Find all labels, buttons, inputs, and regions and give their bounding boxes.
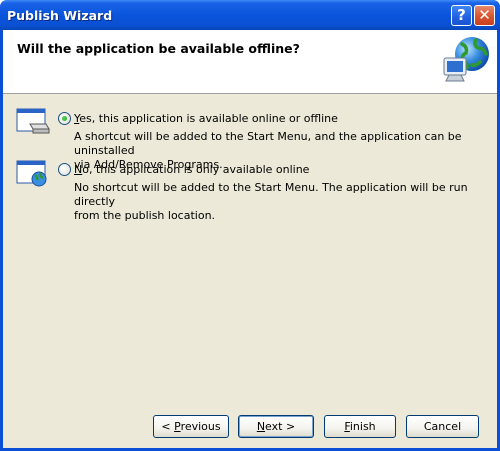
online-offline-description-line-1: A shortcut will be added to the Start Me…: [74, 130, 462, 157]
online-offline-radio[interactable]: [58, 112, 71, 125]
close-icon: ✕: [478, 6, 491, 24]
online-offline-label[interactable]: Yes, this application is available onlin…: [74, 112, 338, 125]
window-title: Publish Wizard: [7, 8, 113, 23]
previous-button[interactable]: < Previous: [153, 415, 229, 438]
help-button[interactable]: ?: [451, 5, 472, 26]
close-button[interactable]: ✕: [474, 5, 495, 26]
online-only-description: No shortcut will be added to the Start M…: [74, 181, 484, 223]
online-only-radio[interactable]: [58, 163, 71, 176]
online-only-mnemonic: N: [74, 163, 83, 176]
online-app-icon: [16, 160, 47, 187]
cancel-button-label: Cancel: [423, 420, 462, 433]
title-bar[interactable]: Publish Wizard ? ✕: [0, 0, 500, 30]
online-offline-label-text: es, this application is available online…: [79, 112, 338, 125]
next-button[interactable]: Next >: [238, 415, 314, 438]
help-icon: ?: [457, 6, 466, 24]
publish-wizard-window: Publish Wizard ? ✕ Will the application …: [0, 0, 500, 451]
page-title: Will the application be available offlin…: [17, 41, 300, 56]
online-only-description-line-1: No shortcut will be added to the Start M…: [74, 181, 468, 208]
wizard-header: Will the application be available offlin…: [3, 30, 497, 94]
finish-button-label: inish: [349, 420, 376, 433]
previous-button-label: revious: [180, 420, 221, 433]
previous-button-prefix: <: [161, 420, 175, 433]
finish-button[interactable]: Finish: [324, 415, 396, 438]
online-only-description-line-2: from the publish location.: [74, 209, 216, 222]
online-only-label-text: o, this application is only available on…: [82, 163, 310, 176]
cancel-button[interactable]: Cancel: [406, 415, 479, 438]
next-button-mnemonic: N: [256, 420, 266, 433]
wizard-body: Will the application be available offlin…: [3, 30, 497, 448]
next-button-label: ext >: [265, 420, 296, 433]
online-only-label[interactable]: No, this application is only available o…: [74, 163, 309, 176]
installed-app-icon: [16, 108, 50, 134]
globe-computer-icon: [443, 37, 489, 82]
